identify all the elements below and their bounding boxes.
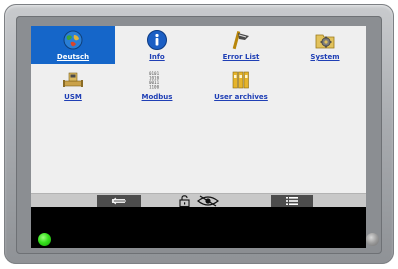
list-button[interactable]: [271, 195, 313, 207]
error-list-icon: [232, 31, 249, 50]
menu-item-error-list[interactable]: Error List: [199, 26, 283, 64]
display-screen: Deutsch Info Error List System USM 0101 …: [31, 26, 366, 248]
menu-item-label: Modbus: [141, 93, 173, 101]
usm-meter-icon: [63, 72, 83, 87]
menu-item-user-archives[interactable]: User archives: [199, 66, 283, 104]
archive-binders-icon: [232, 71, 249, 89]
back-arrow-icon: [111, 197, 126, 205]
status-led-grey: [366, 233, 379, 246]
menu-item-info[interactable]: Info: [115, 26, 199, 64]
lock-button[interactable]: [177, 194, 191, 208]
menu-item-label: Error List: [222, 53, 260, 61]
eye-hidden-icon: [197, 195, 219, 207]
status-strip: [31, 207, 366, 248]
system-gear-icon: [315, 34, 335, 49]
main-menu-area: Deutsch Info Error List System USM 0101 …: [31, 26, 366, 193]
modbus-binary-icon: 0101 1010 0011 1100: [149, 71, 160, 90]
menu-item-deutsch[interactable]: Deutsch: [31, 26, 115, 64]
status-led-green: [38, 233, 51, 246]
bottom-toolbar: [31, 193, 366, 207]
info-icon: [147, 30, 167, 50]
globe-icon: [63, 30, 83, 50]
menu-item-system[interactable]: System: [283, 26, 366, 64]
menu-item-label: USM: [64, 93, 82, 101]
menu-item-label: Info: [149, 53, 165, 61]
visibility-button[interactable]: [195, 194, 221, 208]
svg-text:1100: 1100: [149, 85, 160, 90]
menu-item-modbus[interactable]: 0101 1010 0011 1100 Modbus: [115, 66, 199, 104]
menu-item-label: User archives: [214, 93, 268, 101]
menu-item-label: Deutsch: [56, 53, 90, 61]
back-button[interactable]: [97, 195, 141, 207]
menu-item-usm[interactable]: USM: [31, 66, 115, 104]
unlock-icon: [178, 195, 190, 207]
menu-item-label: System: [310, 53, 340, 61]
list-icon: [286, 197, 298, 205]
